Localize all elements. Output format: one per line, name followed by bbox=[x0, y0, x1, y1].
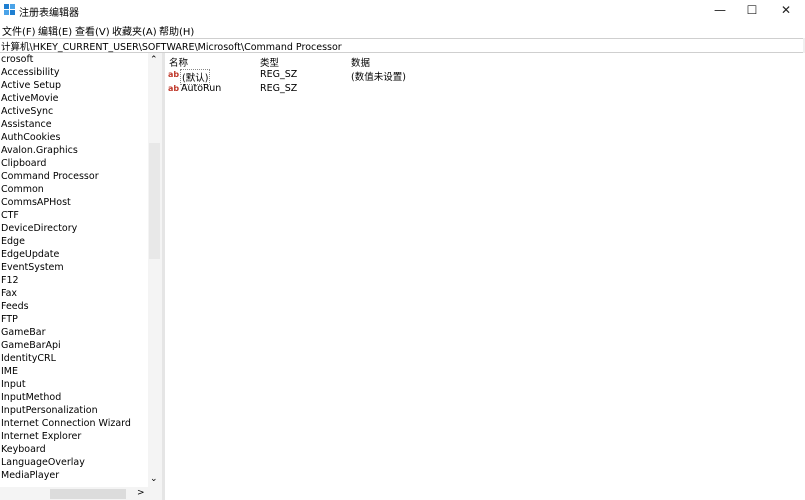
tree-item[interactable]: IME bbox=[1, 366, 18, 377]
menu-edit[interactable]: 编辑(E) bbox=[38, 23, 72, 38]
tree-item[interactable]: Keyboard bbox=[1, 444, 46, 455]
tree-item[interactable]: Avalon.Graphics bbox=[1, 145, 78, 156]
tree-item[interactable]: AuthCookies bbox=[1, 132, 60, 143]
close-button[interactable]: ✕ bbox=[769, 0, 803, 20]
menu-bar: 文件(F) 编辑(E) 查看(V) 收藏夹(A) 帮助(H) bbox=[0, 20, 805, 38]
tree-item[interactable]: Internet Explorer bbox=[1, 431, 81, 442]
string-value-icon: ab bbox=[168, 70, 180, 79]
tree-vertical-scrollbar[interactable] bbox=[148, 53, 162, 487]
tree-item[interactable]: ActiveMovie bbox=[1, 93, 59, 104]
menu-file[interactable]: 文件(F) bbox=[2, 23, 36, 38]
tree-item[interactable]: CommsAPHost bbox=[1, 197, 71, 208]
tree-item[interactable]: MediaPlayer bbox=[1, 470, 59, 481]
tree-item[interactable]: Active Setup bbox=[1, 80, 61, 91]
menu-help[interactable]: 帮助(H) bbox=[159, 23, 194, 38]
scroll-up-icon[interactable]: ⌃ bbox=[150, 55, 158, 65]
minimize-button[interactable]: — bbox=[703, 0, 737, 20]
scroll-down-icon[interactable]: ⌄ bbox=[150, 474, 158, 484]
column-header-data[interactable]: 数据 bbox=[351, 55, 370, 69]
tree-horizontal-scroll-thumb[interactable] bbox=[50, 489, 126, 499]
value-row[interactable]: ab (默认) REG_SZ (数值未设置) bbox=[168, 68, 468, 85]
value-name: AutoRun bbox=[181, 83, 222, 94]
registry-editor-icon bbox=[4, 4, 15, 15]
key-tree: crosoft Accessibility Active Setup Activ… bbox=[0, 53, 162, 500]
tree-vertical-scroll-thumb[interactable] bbox=[149, 143, 160, 259]
value-row[interactable]: ab AutoRun REG_SZ bbox=[168, 82, 468, 96]
tree-item[interactable]: DeviceDirectory bbox=[1, 223, 77, 234]
tree-item[interactable]: InputMethod bbox=[1, 392, 61, 403]
tree-item[interactable]: Fax bbox=[1, 288, 17, 299]
tree-item[interactable]: GameBarApi bbox=[1, 340, 61, 351]
maximize-button[interactable]: ☐ bbox=[735, 0, 769, 20]
tree-item[interactable]: Feeds bbox=[1, 301, 29, 312]
string-value-icon: ab bbox=[168, 84, 180, 93]
menu-view[interactable]: 查看(V) bbox=[75, 23, 110, 38]
values-pane bbox=[165, 53, 805, 500]
tree-item[interactable]: LanguageOverlay bbox=[1, 457, 85, 468]
column-header-name[interactable]: 名称 bbox=[169, 55, 188, 69]
menu-favorites[interactable]: 收藏夹(A) bbox=[112, 23, 157, 38]
tree-item[interactable]: CTF bbox=[1, 210, 19, 221]
address-bar[interactable]: 计算机\HKEY_CURRENT_USER\SOFTWARE\Microsoft… bbox=[0, 38, 803, 53]
scroll-right-icon[interactable]: > bbox=[137, 488, 145, 498]
address-path: 计算机\HKEY_CURRENT_USER\SOFTWARE\Microsoft… bbox=[1, 42, 342, 53]
value-type: REG_SZ bbox=[260, 69, 298, 80]
tree-item[interactable]: InputPersonalization bbox=[1, 405, 98, 416]
tree-item[interactable]: FTP bbox=[1, 314, 18, 325]
value-type: REG_SZ bbox=[260, 83, 298, 94]
tree-item[interactable]: Accessibility bbox=[1, 67, 59, 78]
tree-item[interactable]: EventSystem bbox=[1, 262, 64, 273]
tree-item[interactable]: Input bbox=[1, 379, 26, 390]
tree-item[interactable]: F12 bbox=[1, 275, 19, 286]
tree-item[interactable]: Assistance bbox=[1, 119, 52, 130]
column-header-type[interactable]: 类型 bbox=[260, 55, 279, 69]
tree-item[interactable]: Clipboard bbox=[1, 158, 46, 169]
tree-item[interactable]: Edge bbox=[1, 236, 25, 247]
tree-item[interactable]: EdgeUpdate bbox=[1, 249, 59, 260]
window-title: 注册表编辑器 bbox=[19, 8, 79, 19]
tree-item-selected[interactable]: Command Processor bbox=[1, 171, 99, 182]
tree-item[interactable]: crosoft bbox=[1, 54, 33, 65]
value-data: (数值未设置) bbox=[351, 72, 406, 83]
title-bar: 注册表编辑器 — ☐ ✕ bbox=[0, 0, 805, 20]
tree-item[interactable]: ActiveSync bbox=[1, 106, 53, 117]
tree-item[interactable]: Internet Connection Wizard bbox=[1, 418, 131, 429]
tree-item[interactable]: GameBar bbox=[1, 327, 46, 338]
tree-item[interactable]: Common bbox=[1, 184, 44, 195]
tree-item[interactable]: IdentityCRL bbox=[1, 353, 56, 364]
